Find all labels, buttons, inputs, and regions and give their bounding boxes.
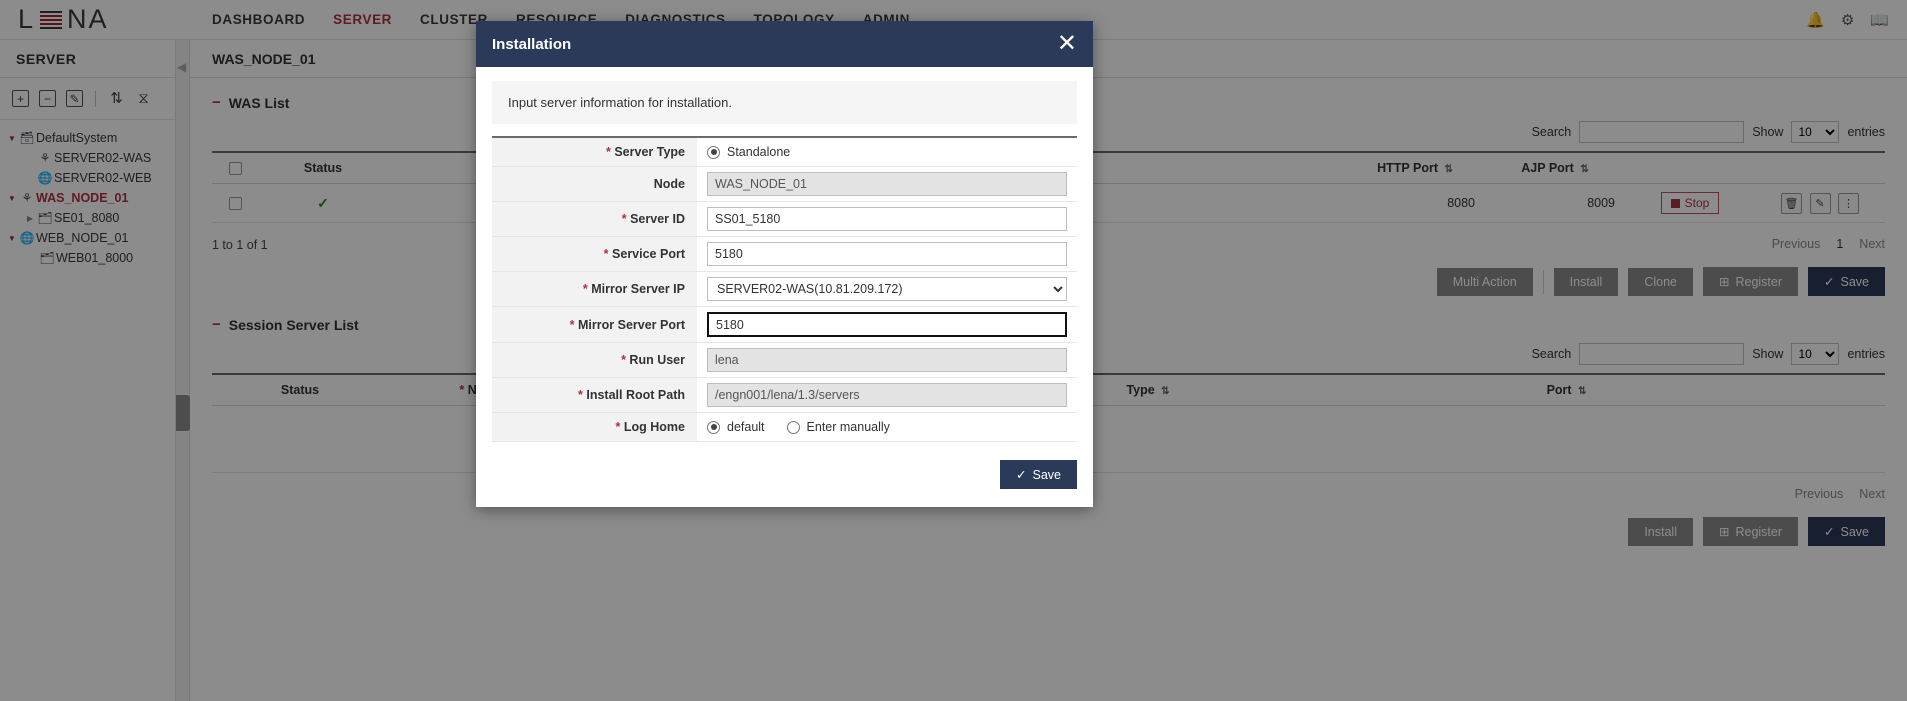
server-type-radio-group: Standalone	[707, 145, 1067, 159]
radio-dot-icon	[707, 146, 720, 159]
dialog-title: Installation	[492, 36, 571, 53]
radio-dot-icon	[707, 421, 720, 434]
installation-dialog: Installation ✕ Input server information …	[476, 21, 1093, 507]
log-home-radio-group: default Enter manually	[707, 420, 1067, 434]
install-root-path-field	[707, 383, 1067, 407]
dialog-header: Installation ✕	[476, 21, 1093, 67]
installation-form: * Server Type Standalone Node	[492, 136, 1077, 442]
server-id-field[interactable]	[707, 207, 1067, 231]
required-marker: *	[616, 420, 621, 434]
required-marker: *	[604, 247, 609, 261]
label-node: Node	[492, 167, 697, 202]
required-marker: *	[578, 388, 583, 402]
field-row-mirror-server-port: * Mirror Server Port	[492, 307, 1077, 343]
dialog-save-button[interactable]: ✓ Save	[1000, 460, 1077, 489]
required-marker: *	[583, 282, 588, 296]
label-mirror-server-port: * Mirror Server Port	[492, 307, 697, 343]
check-icon: ✓	[1016, 467, 1026, 482]
radio-log-home-manual[interactable]: Enter manually	[787, 420, 890, 434]
dialog-body: Input server information for installatio…	[476, 67, 1093, 452]
required-marker: *	[622, 212, 627, 226]
field-row-server-type: * Server Type Standalone	[492, 137, 1077, 167]
field-row-mirror-server-ip: * Mirror Server IP SERVER02-WAS(10.81.20…	[492, 272, 1077, 307]
label-server-id: * Server ID	[492, 202, 697, 237]
close-icon[interactable]: ✕	[1057, 32, 1077, 56]
label-run-user: * Run User	[492, 343, 697, 378]
field-row-run-user: * Run User	[492, 343, 1077, 378]
radio-dot-icon	[787, 421, 800, 434]
radio-log-home-default[interactable]: default	[707, 420, 765, 434]
service-port-field[interactable]	[707, 242, 1067, 266]
field-row-node: Node	[492, 167, 1077, 202]
field-row-service-port: * Service Port	[492, 237, 1077, 272]
label-mirror-server-ip: * Mirror Server IP	[492, 272, 697, 307]
required-marker: *	[570, 318, 575, 332]
label-log-home: * Log Home	[492, 413, 697, 442]
field-row-server-id: * Server ID	[492, 202, 1077, 237]
dialog-footer: ✓ Save	[476, 452, 1093, 507]
field-row-install-root-path: * Install Root Path	[492, 378, 1077, 413]
run-user-field	[707, 348, 1067, 372]
radio-standalone[interactable]: Standalone	[707, 145, 790, 159]
required-marker: *	[606, 145, 611, 159]
label-install-root-path: * Install Root Path	[492, 378, 697, 413]
field-row-log-home: * Log Home default Enter manually	[492, 413, 1077, 442]
required-marker: *	[621, 353, 626, 367]
node-field	[707, 172, 1067, 196]
mirror-server-ip-select[interactable]: SERVER02-WAS(10.81.209.172)	[707, 277, 1067, 301]
label-service-port: * Service Port	[492, 237, 697, 272]
dialog-notice: Input server information for installatio…	[492, 81, 1077, 124]
mirror-server-port-field[interactable]	[707, 312, 1067, 337]
label-server-type: * Server Type	[492, 137, 697, 167]
